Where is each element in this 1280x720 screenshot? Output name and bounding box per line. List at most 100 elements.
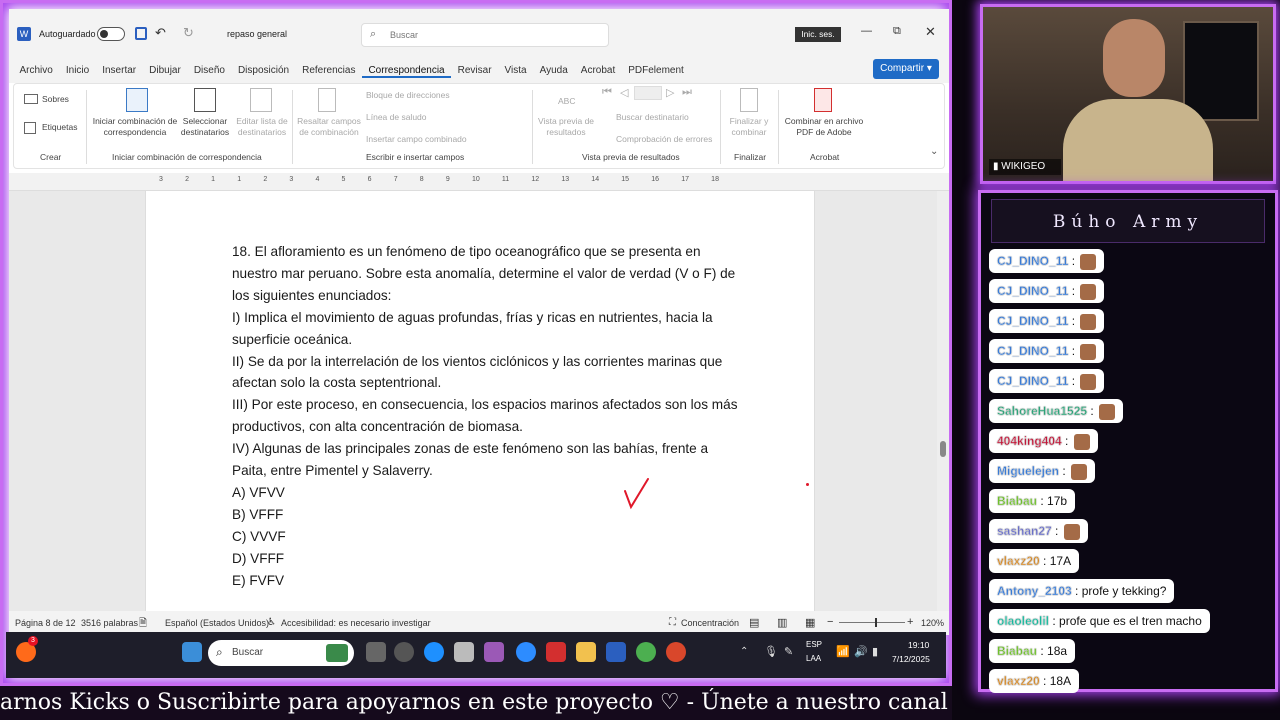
clock-date[interactable]: 7/12/2025 (892, 654, 930, 664)
tab-correspondencia[interactable]: Correspondencia (361, 65, 452, 78)
chat-username[interactable]: CJ_DINO_11 (997, 284, 1069, 298)
microphone-icon[interactable]: 🎙 (764, 645, 778, 658)
powerpoint-icon[interactable] (666, 642, 686, 662)
edge-icon[interactable] (424, 642, 444, 662)
insertar-campo-button[interactable]: Insertar campo combinado (366, 134, 467, 145)
file-explorer-icon[interactable] (576, 642, 596, 662)
tab-diseño[interactable]: Diseño (187, 65, 231, 78)
accessibility-status[interactable]: Accesibilidad: es necesario investigar (281, 618, 431, 628)
document-text[interactable]: 18. El afloramiento es un fenómeno de ti… (232, 241, 738, 592)
language[interactable]: Español (Estados Unidos) (165, 618, 269, 628)
tab-dibujar[interactable]: Dibujar (143, 65, 188, 78)
chat-username[interactable]: Antony_2103 (997, 584, 1072, 598)
zoom-out-icon[interactable]: − (827, 616, 833, 628)
sign-in-button[interactable]: Inic. ses. (795, 27, 841, 42)
word-taskbar-icon[interactable] (606, 642, 626, 662)
tab-inicio[interactable]: Inicio (59, 65, 95, 78)
chat-username[interactable]: sashan27 (997, 524, 1052, 538)
taskbar-search[interactable]: ⌕ Buscar (208, 640, 354, 666)
prev-record-icon[interactable]: ◁ (620, 86, 628, 99)
doc-name[interactable]: repaso general (227, 29, 287, 39)
tab-ayuda[interactable]: Ayuda (533, 65, 574, 78)
chat-username[interactable]: vlaxz20 (997, 674, 1040, 688)
proofing-icon[interactable]: 🗎 (139, 616, 147, 633)
web-layout-icon[interactable]: ▦ (805, 616, 815, 629)
etiquetas-button[interactable]: Etiquetas (42, 122, 77, 133)
tab-vista[interactable]: Vista (498, 65, 533, 78)
sobres-button[interactable]: Sobres (42, 94, 69, 105)
print-layout-icon[interactable]: ▥ (777, 616, 787, 629)
chat-username[interactable]: Miguelejen (997, 464, 1059, 478)
iniciar-combinacion-button[interactable]: Iniciar combinación de correspondencia (90, 116, 180, 137)
chat-username[interactable]: CJ_DINO_11 (997, 314, 1069, 328)
chat-username[interactable]: CJ_DINO_11 (997, 254, 1069, 268)
tab-acrobat[interactable]: Acrobat (574, 65, 621, 78)
resaltar-campos-button[interactable]: Resaltar campos de combinación (296, 116, 362, 137)
finalizar-combinar-button[interactable]: Finalizar y combinar (722, 116, 776, 137)
comprobacion-errores-button[interactable]: Comprobación de errores (616, 134, 712, 145)
chat-username[interactable]: CJ_DINO_11 (997, 344, 1069, 358)
chat-username[interactable]: SahoreHua1525 (997, 404, 1087, 418)
first-record-icon[interactable]: ⏮ (602, 86, 612, 99)
last-record-icon[interactable]: ⏭ (682, 86, 692, 99)
zoom-app-icon[interactable] (516, 642, 536, 662)
windows-start-icon[interactable] (182, 642, 202, 662)
zoom-in-icon[interactable]: + (907, 616, 913, 628)
autosave-toggle[interactable] (97, 27, 125, 41)
wifi-icon[interactable]: 📶 (836, 645, 850, 658)
calculator-icon[interactable] (454, 642, 474, 662)
focus-mode[interactable]: Concentración (681, 618, 739, 628)
chat-username[interactable]: Biabau (997, 494, 1037, 508)
chrome-icon[interactable] (636, 642, 656, 662)
record-input[interactable] (634, 86, 662, 100)
ruler-mark: 2 (263, 176, 268, 183)
word-count[interactable]: 3516 palabras (81, 618, 138, 628)
tab-insertar[interactable]: Insertar (96, 65, 143, 78)
zoom-slider[interactable] (839, 618, 905, 627)
tab-disposición[interactable]: Disposición (231, 65, 295, 78)
tab-pdfelement[interactable]: PDFelement (622, 65, 691, 78)
lang-bottom[interactable]: LAA (806, 654, 821, 663)
zoom-level[interactable]: 120% (921, 618, 944, 628)
tab-referencias[interactable]: Referencias (296, 65, 362, 78)
undo-icon[interactable]: ↶ (155, 25, 166, 41)
chat-username[interactable]: olaoleolil (997, 614, 1049, 628)
share-button[interactable]: Compartir ▾ (873, 59, 939, 79)
buscar-destinatario-button[interactable]: Buscar destinatario (616, 112, 689, 123)
battery-icon[interactable]: ▮ (872, 645, 878, 658)
next-record-icon[interactable]: ▷ (666, 86, 674, 99)
tab-revisar[interactable]: Revisar (451, 65, 498, 78)
editar-lista-button[interactable]: Editar lista de destinatarios (234, 116, 290, 137)
minimize-icon[interactable]: — (861, 25, 872, 37)
clock-time[interactable]: 19:10 (908, 640, 929, 650)
clock-app-icon[interactable] (394, 642, 414, 662)
separator (86, 90, 87, 164)
acrobat-icon[interactable] (546, 642, 566, 662)
task-view-icon[interactable] (366, 642, 386, 662)
combinar-pdf-button[interactable]: Combinar en archivo PDF de Adobe (782, 116, 866, 137)
lang-top[interactable]: ESP (806, 640, 822, 649)
vista-previa-button[interactable]: Vista previa de resultados (536, 116, 596, 137)
copilot-icon[interactable] (484, 642, 504, 662)
collapse-ribbon-icon[interactable]: ⌄ (930, 146, 938, 157)
page-count[interactable]: Página 8 de 12 (15, 618, 76, 628)
restore-icon[interactable]: ⧉ (893, 25, 901, 38)
chat-username[interactable]: vlaxz20 (997, 554, 1040, 568)
chat-username[interactable]: Biabau (997, 644, 1037, 658)
bloque-direcciones-button[interactable]: Bloque de direcciones (366, 90, 450, 101)
redo-icon[interactable]: ↻ (183, 25, 194, 41)
save-icon[interactable] (135, 27, 147, 40)
pen-icon[interactable]: ✎ (784, 645, 793, 658)
tray-chevron-icon[interactable]: ⌃ (740, 646, 748, 657)
linea-saludo-button[interactable]: Línea de saludo (366, 112, 427, 123)
vertical-scrollbar[interactable] (937, 191, 949, 611)
chat-username[interactable]: 404king404 (997, 434, 1062, 448)
chat-username[interactable]: CJ_DINO_11 (997, 374, 1069, 388)
close-icon[interactable]: ✕ (925, 24, 936, 40)
search-box[interactable]: ⌕ Buscar (361, 23, 609, 47)
chat-message: sashan27 : (989, 519, 1088, 543)
volume-icon[interactable]: 🔊 (854, 645, 868, 658)
seleccionar-destinatarios-button[interactable]: Seleccionar destinatarios (174, 116, 236, 137)
read-mode-icon[interactable]: ▤ (749, 616, 759, 629)
tab-archivo[interactable]: Archivo (13, 65, 59, 78)
